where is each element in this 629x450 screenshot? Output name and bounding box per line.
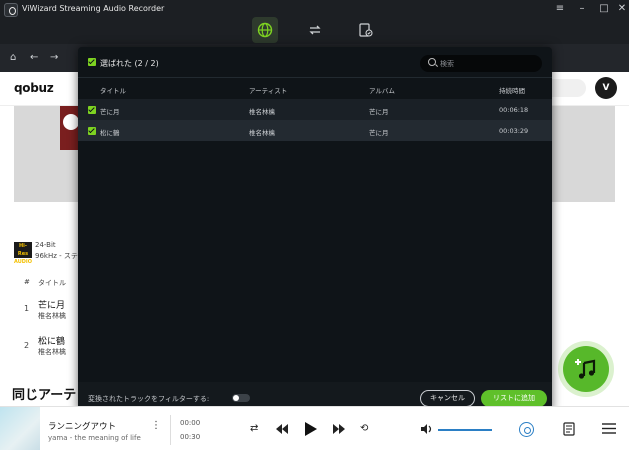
column-title[interactable]: タイトル bbox=[100, 85, 126, 95]
row-title: 芒に月 bbox=[100, 108, 120, 116]
divider bbox=[170, 415, 171, 445]
tab-converting[interactable] bbox=[302, 17, 328, 43]
bg-track-1-number: 1 bbox=[24, 304, 30, 313]
convert-icon bbox=[309, 25, 321, 35]
filter-converted-toggle[interactable] bbox=[232, 394, 250, 402]
cancel-button[interactable]: キャンセル bbox=[420, 390, 475, 407]
bg-track-1-title[interactable]: 芒に月 bbox=[38, 298, 65, 311]
qobuz-logo[interactable]: qobuz bbox=[14, 81, 54, 95]
column-duration[interactable]: 持続時間 bbox=[499, 85, 525, 95]
next-icon[interactable] bbox=[333, 424, 345, 434]
same-artist-heading: 同じアーテ bbox=[12, 388, 77, 403]
select-all-checkbox[interactable] bbox=[88, 58, 96, 66]
column-artist[interactable]: アーティスト bbox=[249, 85, 287, 95]
volume-icon[interactable] bbox=[421, 424, 433, 434]
bg-track-2-title[interactable]: 松に鶴 bbox=[38, 334, 65, 347]
home-icon[interactable]: ⌂ bbox=[10, 52, 16, 63]
sound-quality-icon[interactable] bbox=[519, 422, 534, 437]
now-playing-cover[interactable] bbox=[0, 407, 40, 450]
play-icon[interactable] bbox=[304, 422, 317, 436]
close-icon[interactable]: ✕ bbox=[615, 2, 629, 16]
row-album: 芒に月 bbox=[369, 108, 389, 116]
now-playing-artist[interactable]: yama - the meaning of life bbox=[48, 434, 141, 442]
table-header: タイトル アーティスト アルバム 持続時間 bbox=[78, 77, 552, 99]
bg-track-number-header: # bbox=[24, 278, 30, 286]
lyrics-icon[interactable] bbox=[563, 422, 575, 436]
music-plus-icon bbox=[575, 359, 596, 379]
dialog-search[interactable] bbox=[420, 55, 542, 72]
quality-bitdepth: 24-Bit bbox=[35, 241, 56, 249]
menu-icon[interactable]: ≡ bbox=[553, 2, 567, 16]
player-bar: ランニングアウト yama - the meaning of life ⋮ 00… bbox=[0, 406, 629, 450]
total-time: 00:30 bbox=[180, 433, 201, 441]
row-duration: 00:06:18 bbox=[499, 106, 529, 114]
history-icon bbox=[359, 23, 373, 37]
track-select-dialog: 選ばれた (2 / 2) タイトル アーティスト アルバム 持続時間 芒に月 椎… bbox=[78, 47, 552, 413]
queue-icon[interactable] bbox=[602, 423, 616, 434]
selected-count-label: 選ばれた (2 / 2) bbox=[100, 59, 159, 68]
more-options-icon[interactable]: ⋮ bbox=[151, 420, 161, 431]
minimize-icon[interactable]: – bbox=[575, 2, 589, 16]
search-icon bbox=[428, 58, 436, 66]
back-icon[interactable]: ← bbox=[30, 52, 38, 63]
dialog-header: 選ばれた (2 / 2) bbox=[78, 47, 552, 77]
row-artist: 椎名林檎 bbox=[249, 108, 275, 116]
search-input[interactable] bbox=[440, 57, 535, 70]
row-duration: 00:03:29 bbox=[499, 127, 529, 135]
tab-web-player[interactable] bbox=[252, 17, 278, 43]
quality-samplerate: 96kHz - ステ bbox=[35, 252, 78, 260]
volume-slider[interactable] bbox=[438, 429, 492, 431]
bg-track-1-artist[interactable]: 椎名林檎 bbox=[38, 311, 66, 321]
table-row[interactable]: 芒に月 椎名林檎 芒に月 00:06:18 bbox=[78, 99, 552, 120]
row-checkbox[interactable] bbox=[88, 106, 96, 114]
forward-icon[interactable]: → bbox=[50, 52, 58, 63]
maximize-icon[interactable]: □ bbox=[597, 2, 611, 16]
row-album: 芒に月 bbox=[369, 129, 389, 137]
table-row[interactable]: 松に鶴 椎名林檎 芒に月 00:03:29 bbox=[78, 120, 552, 141]
globe-icon bbox=[257, 22, 273, 38]
previous-icon[interactable] bbox=[276, 424, 288, 434]
avatar[interactable]: V bbox=[595, 77, 617, 99]
add-to-list-button[interactable]: リストに追加 bbox=[481, 390, 547, 407]
now-playing-title[interactable]: ランニングアウト bbox=[48, 420, 116, 432]
bg-title-header: タイトル bbox=[38, 279, 66, 287]
row-checkbox[interactable] bbox=[88, 127, 96, 135]
row-artist: 椎名林檎 bbox=[249, 129, 275, 137]
filter-converted-label: 変換されたトラックをフィルターする: bbox=[88, 395, 210, 403]
tab-history[interactable] bbox=[352, 17, 378, 43]
shuffle-icon[interactable]: ⇄ bbox=[250, 423, 258, 434]
bg-track-2-number: 2 bbox=[24, 341, 30, 350]
column-album[interactable]: アルバム bbox=[369, 85, 395, 95]
elapsed-time: 00:00 bbox=[180, 419, 201, 427]
repeat-icon[interactable]: ⟲ bbox=[360, 423, 368, 434]
add-music-button[interactable] bbox=[563, 346, 609, 392]
row-title: 松に鶴 bbox=[100, 129, 120, 137]
app-logo-icon bbox=[4, 3, 18, 17]
title-bar: ViWizard Streaming Audio Recorder ≡ – □ … bbox=[0, 0, 629, 44]
app-title: ViWizard Streaming Audio Recorder bbox=[22, 4, 165, 13]
bg-track-2-artist[interactable]: 椎名林檎 bbox=[38, 347, 66, 357]
hires-badge: Hi-Res AUDIO bbox=[14, 242, 33, 265]
